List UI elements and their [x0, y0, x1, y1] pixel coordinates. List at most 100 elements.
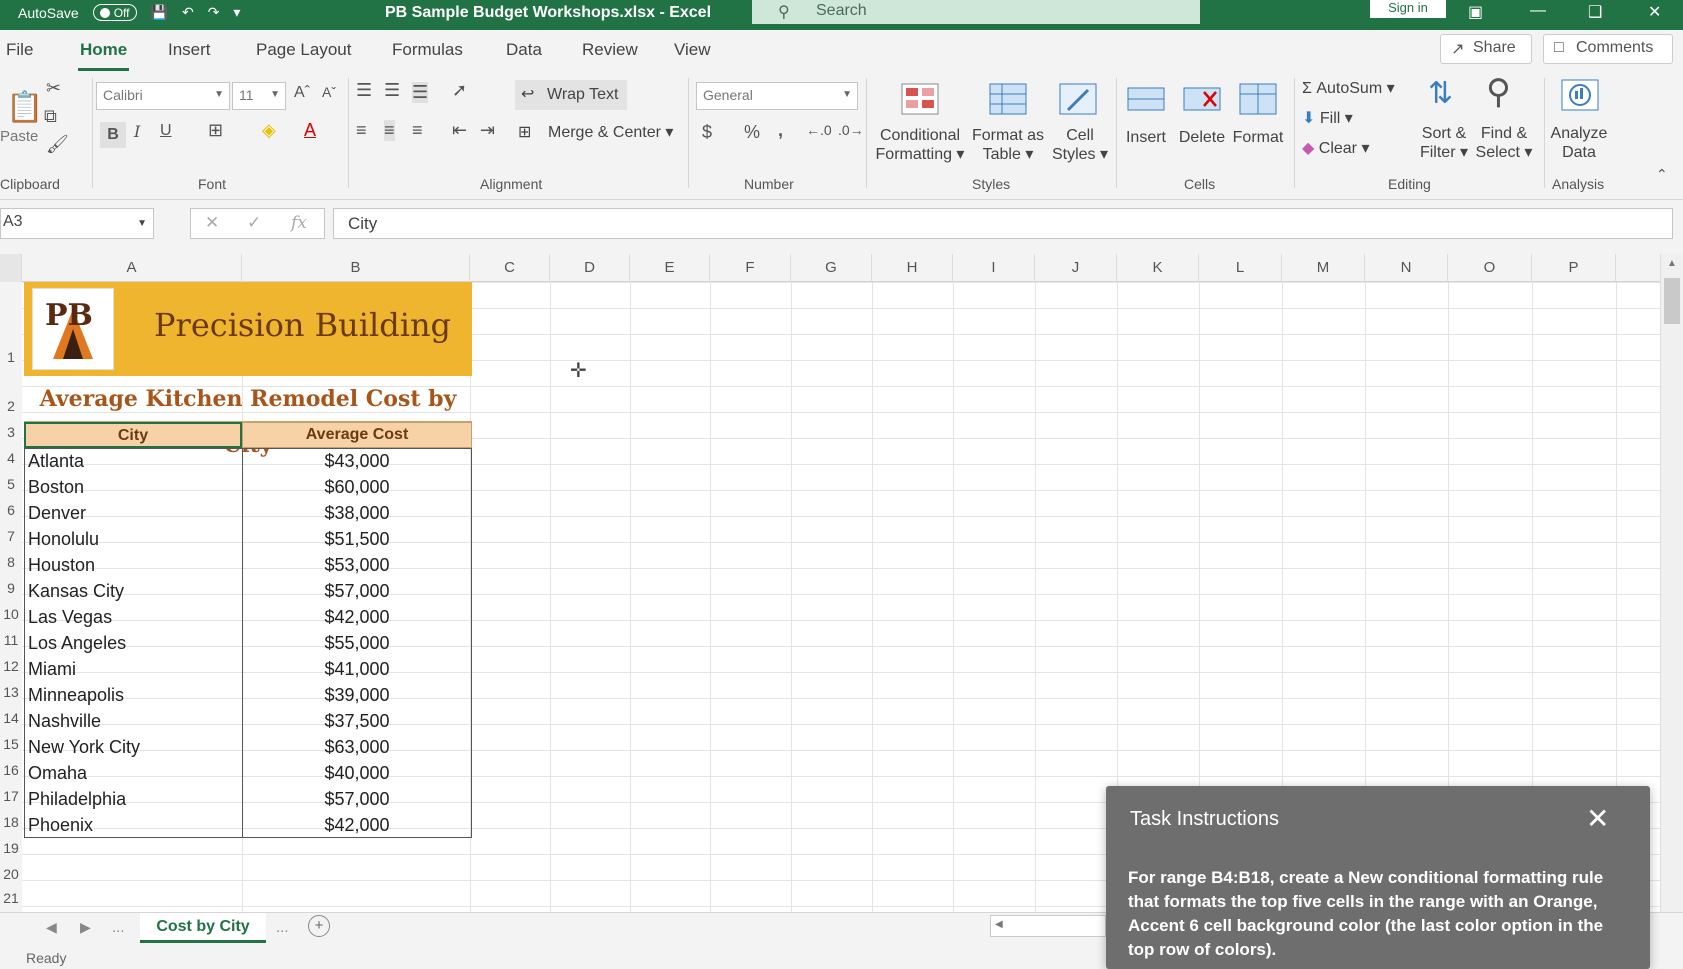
- close-window-icon[interactable]: ✕: [1648, 2, 1661, 22]
- add-sheet-icon[interactable]: +: [308, 915, 330, 937]
- font-size-select[interactable]: 11 ▼: [232, 82, 286, 110]
- number-format-select[interactable]: General ▼: [696, 82, 858, 110]
- tab-view[interactable]: View: [674, 40, 711, 60]
- column-header[interactable]: G: [791, 254, 872, 282]
- align-center-icon[interactable]: ≡: [384, 120, 395, 141]
- column-header[interactable]: J: [1035, 254, 1117, 282]
- share-button[interactable]: ↗ Share: [1440, 34, 1532, 64]
- column-header[interactable]: E: [630, 254, 710, 282]
- currency-button[interactable]: $: [702, 122, 712, 143]
- column-header[interactable]: B: [242, 254, 470, 282]
- align-bottom-icon[interactable]: ☰: [412, 82, 429, 103]
- vertical-scrollbar[interactable]: ▲: [1660, 254, 1683, 912]
- autosave-toggle[interactable]: Off: [92, 4, 137, 21]
- cost-cell[interactable]: $42,000: [242, 812, 472, 838]
- row-header[interactable]: 19: [0, 838, 22, 864]
- cost-cell[interactable]: $43,000: [242, 448, 472, 474]
- column-header[interactable]: O: [1448, 254, 1532, 282]
- city-cell[interactable]: Philadelphia: [28, 786, 126, 812]
- row-header[interactable]: 18: [0, 812, 22, 838]
- tab-page-layout[interactable]: Page Layout: [256, 40, 351, 60]
- align-top-icon[interactable]: ☰: [356, 80, 372, 101]
- align-right-icon[interactable]: ≡: [412, 120, 423, 141]
- increase-indent-icon[interactable]: ⇥: [480, 120, 495, 141]
- collapse-ribbon-icon[interactable]: ⌃: [1656, 166, 1668, 183]
- more-sheets-right[interactable]: ...: [276, 919, 289, 936]
- scroll-up-icon[interactable]: ▲: [1667, 258, 1677, 269]
- column-header[interactable]: N: [1365, 254, 1448, 282]
- column-header[interactable]: M: [1282, 254, 1365, 282]
- city-cell[interactable]: Miami: [28, 656, 76, 682]
- copy-icon[interactable]: ⧉: [44, 106, 57, 127]
- horizontal-scrollbar[interactable]: ◀: [990, 915, 1106, 937]
- city-cell[interactable]: Houston: [28, 552, 95, 578]
- cost-cell[interactable]: $41,000: [242, 656, 472, 682]
- row-header[interactable]: 21: [0, 888, 22, 912]
- select-all-button[interactable]: [0, 254, 22, 282]
- decrease-indent-icon[interactable]: ⇤: [452, 120, 467, 141]
- row-header[interactable]: 10: [0, 604, 22, 630]
- row-header[interactable]: 12: [0, 656, 22, 682]
- cost-cell[interactable]: $57,000: [242, 786, 472, 812]
- row-header[interactable]: 2: [0, 376, 22, 422]
- merge-center-button[interactable]: ⊞ Merge & Center ▾: [518, 122, 673, 142]
- decrease-decimal-icon[interactable]: .0→: [838, 122, 864, 138]
- cost-cell[interactable]: $57,000: [242, 578, 472, 604]
- city-cell[interactable]: Minneapolis: [28, 682, 124, 708]
- tab-data[interactable]: Data: [506, 40, 542, 60]
- redo-icon[interactable]: ↷: [208, 4, 220, 21]
- font-color-icon[interactable]: A: [304, 120, 316, 141]
- row-header[interactable]: 1: [0, 282, 22, 376]
- column-header[interactable]: L: [1199, 254, 1282, 282]
- column-header[interactable]: H: [872, 254, 953, 282]
- italic-button[interactable]: I: [134, 122, 140, 141]
- tab-review[interactable]: Review: [582, 40, 638, 60]
- autosum-button[interactable]: Σ AutoSum ▾: [1302, 78, 1395, 98]
- city-cell[interactable]: New York City: [28, 734, 140, 760]
- header-cell-average-cost[interactable]: Average Cost: [242, 422, 472, 448]
- row-header[interactable]: 17: [0, 786, 22, 812]
- city-cell[interactable]: Phoenix: [28, 812, 93, 838]
- cost-cell[interactable]: $51,500: [242, 526, 472, 552]
- enter-icon[interactable]: ✓: [247, 213, 261, 233]
- comments-button[interactable]: □ Comments: [1543, 34, 1673, 64]
- row-header[interactable]: 16: [0, 760, 22, 786]
- row-header[interactable]: 13: [0, 682, 22, 708]
- more-sheets-left[interactable]: ...: [112, 919, 125, 936]
- formula-input[interactable]: City: [333, 208, 1673, 239]
- row-header[interactable]: 15: [0, 734, 22, 760]
- column-header[interactable]: I: [953, 254, 1035, 282]
- cut-icon[interactable]: ✂: [46, 78, 61, 99]
- comma-button[interactable]: ,: [778, 120, 783, 141]
- borders-icon[interactable]: ⊞: [208, 120, 223, 141]
- minimize-icon[interactable]: —: [1530, 2, 1546, 20]
- column-header[interactable]: P: [1532, 254, 1616, 282]
- cost-cell[interactable]: $38,000: [242, 500, 472, 526]
- column-header[interactable]: A: [22, 254, 242, 282]
- name-box[interactable]: A3 ▼: [0, 208, 154, 239]
- city-cell[interactable]: Honolulu: [28, 526, 99, 552]
- save-icon[interactable]: 💾: [151, 4, 168, 21]
- increase-font-icon[interactable]: Aˆ: [294, 84, 310, 102]
- scroll-left-arrow-icon[interactable]: ◀: [995, 919, 1003, 930]
- column-header[interactable]: F: [710, 254, 791, 282]
- orientation-icon[interactable]: ➚: [452, 80, 467, 101]
- tab-home[interactable]: Home: [77, 40, 130, 71]
- city-cell[interactable]: Los Angeles: [28, 630, 126, 656]
- column-header[interactable]: C: [470, 254, 550, 282]
- cost-cell[interactable]: $60,000: [242, 474, 472, 500]
- format-painter-icon[interactable]: 🖌: [46, 134, 69, 155]
- city-cell[interactable]: Kansas City: [28, 578, 124, 604]
- row-header[interactable]: 4: [0, 448, 22, 474]
- city-cell[interactable]: Boston: [28, 474, 84, 500]
- city-cell[interactable]: Las Vegas: [28, 604, 112, 630]
- cancel-icon[interactable]: ✕: [205, 213, 219, 233]
- row-header[interactable]: 11: [0, 630, 22, 656]
- font-name-select[interactable]: Calibri ▼: [96, 82, 230, 110]
- city-cell[interactable]: Atlanta: [28, 448, 84, 474]
- sign-in-button[interactable]: Sign in: [1370, 0, 1446, 18]
- row-header[interactable]: 6: [0, 500, 22, 526]
- bold-button[interactable]: B: [100, 122, 126, 148]
- row-header[interactable]: 5: [0, 474, 22, 500]
- search-box[interactable]: ⚲ Search: [752, 0, 1200, 24]
